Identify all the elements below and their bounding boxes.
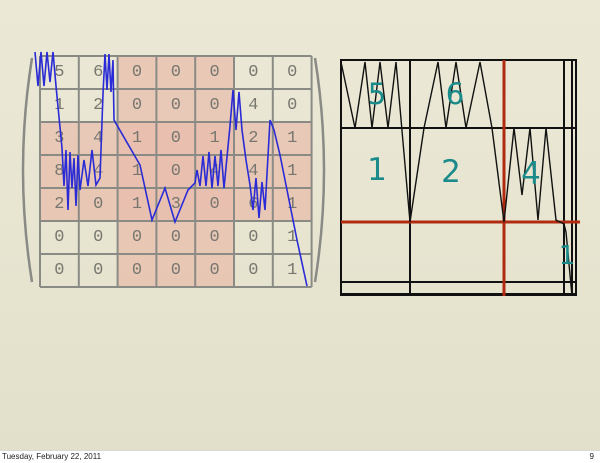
slide: 5600000120004034101218410441201306100000… bbox=[0, 0, 600, 450]
matrix-cell: 3 bbox=[54, 129, 64, 148]
matrix-cell: 4 bbox=[248, 96, 258, 115]
matrix-cell: 0 bbox=[248, 261, 258, 280]
matrix-cell: 0 bbox=[209, 228, 219, 247]
matrix-cell: 0 bbox=[132, 228, 142, 247]
matrix-cell: 0 bbox=[54, 261, 64, 280]
matrix-cell: 0 bbox=[54, 228, 64, 247]
matrix-cell: 0 bbox=[171, 63, 181, 82]
matrix-cell: 1 bbox=[132, 129, 142, 148]
slide-footer: Tuesday, February 22, 2011 9 bbox=[0, 450, 600, 463]
matrix-cell: 0 bbox=[171, 162, 181, 181]
matrix-cell: 0 bbox=[171, 129, 181, 148]
matrix-cell: 1 bbox=[287, 129, 297, 148]
matrix-cell: 0 bbox=[93, 261, 103, 280]
matrix-cell: 0 bbox=[132, 96, 142, 115]
matrix-cell: 0 bbox=[93, 228, 103, 247]
matrix-cell: 0 bbox=[248, 228, 258, 247]
matrix-cell: 0 bbox=[93, 195, 103, 214]
matrix-cell: 0 bbox=[209, 261, 219, 280]
matrix-cell: 2 bbox=[248, 129, 258, 148]
block-label-1-small: 1 bbox=[559, 241, 576, 271]
right-paren bbox=[313, 57, 326, 283]
matrix-cell: 1 bbox=[209, 129, 219, 148]
slide-canvas: 5 6 0 0 0 0 01 2 0 0 0 4 03 4 1 0 1 2 18 4 1 0 4 4 12 0 1 3 0 6 10 0 0 0 0… bbox=[21, 51, 580, 297]
matrix-cell: 1 bbox=[287, 162, 297, 181]
block-label-2: 2 bbox=[441, 154, 461, 190]
block-label-4: 4 bbox=[521, 156, 541, 192]
matrix: 5 6 0 0 0 0 01 2 0 0 0 4 03 4 1 0 1 2 18 4 1 0 4 4 12 0 1 3 0 6 10 0 0 0 0… bbox=[21, 55, 326, 288]
page-number: 9 bbox=[589, 452, 594, 461]
matrix-cell: 0 bbox=[171, 228, 181, 247]
matrix-cell: 1 bbox=[132, 195, 142, 214]
matrix-cell: 0 bbox=[209, 195, 219, 214]
matrix-cell: 0 bbox=[209, 63, 219, 82]
matrix-cell: 0 bbox=[132, 63, 142, 82]
matrix-cell: 0 bbox=[248, 63, 258, 82]
footer-date: Tuesday, February 22, 2011 bbox=[2, 452, 102, 461]
left-paren bbox=[21, 57, 34, 283]
matrix-cell: 1 bbox=[54, 96, 64, 115]
matrix-cell: 0 bbox=[287, 63, 297, 82]
matrix-cell: 0 bbox=[171, 261, 181, 280]
block-diagram: 5 6 1 2 4 1 bbox=[340, 59, 580, 297]
matrix-cell: 0 bbox=[287, 96, 297, 115]
matrix-cell: 0 bbox=[171, 96, 181, 115]
matrix-cell: 6 bbox=[93, 63, 103, 82]
block-label-1: 1 bbox=[367, 152, 387, 188]
matrix-cell: 0 bbox=[132, 261, 142, 280]
matrix-cell: 4 bbox=[248, 162, 258, 181]
matrix-cell: 2 bbox=[54, 195, 64, 214]
matrix-cell: 1 bbox=[287, 261, 297, 280]
block-label-6: 6 bbox=[446, 77, 464, 111]
block-label-5: 5 bbox=[368, 77, 386, 111]
matrix-cell: 0 bbox=[209, 96, 219, 115]
